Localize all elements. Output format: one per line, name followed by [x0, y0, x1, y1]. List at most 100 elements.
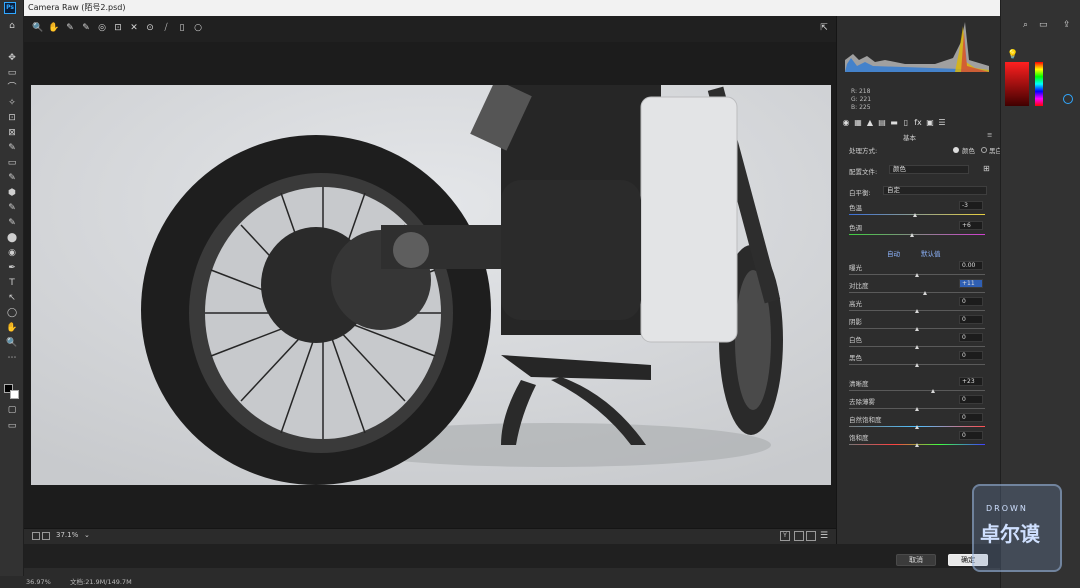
slider-thumb[interactable] — [914, 425, 919, 429]
move-tool-icon[interactable]: ✥ — [5, 52, 19, 64]
slider-value-field[interactable]: -3 — [959, 201, 983, 210]
detail-tab-icon[interactable]: ▲ — [865, 118, 875, 128]
slider-thumb[interactable] — [914, 309, 919, 313]
eraser-tool-icon[interactable]: ✎ — [5, 217, 19, 229]
stamp-tool-icon[interactable]: ⬢ — [5, 187, 19, 199]
targeted-adjustment-icon[interactable]: ◎ — [96, 22, 108, 34]
healing-tool-icon[interactable]: ▭ — [5, 157, 19, 169]
calibration-tab-icon[interactable]: ▣ — [925, 118, 935, 128]
profile-browser-icon[interactable]: ⊞ — [983, 164, 990, 173]
slider-thumb[interactable] — [910, 233, 915, 237]
history-brush-tool-icon[interactable]: ✎ — [5, 202, 19, 214]
profile-select[interactable]: 颜色 — [889, 165, 969, 174]
learn-icon[interactable]: 💡 — [1007, 50, 1018, 60]
hue-slider[interactable] — [1035, 62, 1043, 106]
slider-thumb[interactable] — [914, 407, 919, 411]
split-toning-tab-icon[interactable]: ▬ — [889, 118, 899, 128]
hand-icon[interactable]: ✋ — [48, 22, 60, 34]
chevron-down-icon[interactable]: ⌄ — [84, 531, 90, 539]
graduated-filter-icon[interactable]: ▯ — [176, 22, 188, 34]
pen-tool-icon[interactable]: ✒ — [5, 262, 19, 274]
workspace-icon[interactable]: ▭ — [1039, 20, 1048, 30]
zoom-out-icon[interactable] — [32, 532, 40, 540]
slider-thumb[interactable] — [913, 213, 918, 217]
hand-tool-icon[interactable]: ✋ — [5, 322, 19, 334]
compare-view-icon[interactable]: Y — [780, 531, 790, 541]
slider-value-field[interactable]: 0.00 — [959, 261, 983, 270]
zoom-in-icon[interactable] — [42, 532, 50, 540]
white-balance-select[interactable]: 自定 — [883, 186, 987, 195]
effects-tab-icon[interactable]: fx — [913, 118, 923, 128]
screen-mode-icon[interactable]: ▭ — [5, 420, 19, 432]
cancel-button[interactable]: 取消 — [896, 554, 936, 566]
swap-settings-icon[interactable] — [806, 531, 816, 541]
share-icon[interactable]: ⇪ — [1063, 20, 1071, 30]
slider-value-field[interactable]: 0 — [959, 315, 983, 324]
preview-canvas[interactable] — [24, 42, 836, 528]
slider-thumb[interactable] — [914, 363, 919, 367]
white-balance-icon[interactable]: ✎ — [64, 22, 76, 34]
paint-bucket-tool-icon[interactable]: ⬤ — [5, 232, 19, 244]
home-icon[interactable]: ⌂ — [5, 20, 19, 32]
preview-preferences-icon[interactable]: ☰ — [820, 531, 828, 541]
panel-menu-icon[interactable]: ≡ — [987, 131, 992, 139]
marquee-tool-icon[interactable]: ▭ — [5, 67, 19, 79]
default-button[interactable]: 默认值 — [921, 248, 941, 258]
magic-wand-tool-icon[interactable]: ✧ — [5, 97, 19, 109]
slider-thumb[interactable] — [922, 291, 927, 295]
red-eye-icon[interactable]: ⊙ — [144, 22, 156, 34]
adjustment-brush-icon[interactable]: ⧸ — [160, 22, 172, 34]
auto-button[interactable]: 自动 — [887, 248, 900, 258]
frame-tool-icon[interactable]: ⊠ — [5, 127, 19, 139]
color-sampler-icon[interactable]: ✎ — [80, 22, 92, 34]
slider-track[interactable] — [849, 292, 985, 293]
slider-value-field[interactable]: 0 — [959, 333, 983, 342]
color-picker-field[interactable] — [1005, 62, 1029, 106]
treatment-color-radio[interactable] — [953, 147, 959, 153]
slider-value-field[interactable]: 0 — [959, 395, 983, 404]
spot-removal-icon[interactable]: ✕ — [128, 22, 140, 34]
tone-curve-tab-icon[interactable]: ▦ — [853, 118, 863, 128]
lasso-tool-icon[interactable]: ⌒ — [5, 82, 19, 94]
hsl-tab-icon[interactable]: ▤ — [877, 118, 887, 128]
zoom-tool-icon[interactable]: 🔍 — [5, 337, 19, 349]
brush-tool-icon[interactable]: ✎ — [5, 172, 19, 184]
lens-tab-icon[interactable]: ▯ — [901, 118, 911, 128]
radial-filter-icon[interactable]: ○ — [192, 22, 204, 34]
slider-track[interactable] — [849, 390, 985, 391]
slider-thumb[interactable] — [914, 443, 919, 447]
slider-track[interactable] — [849, 234, 985, 235]
slider-thumb[interactable] — [930, 389, 935, 393]
open-preferences-icon[interactable]: ⇱ — [818, 22, 830, 34]
quick-mask-icon[interactable]: ▢ — [5, 404, 19, 416]
slider-value-field[interactable]: 0 — [959, 413, 983, 422]
crop-icon[interactable]: ⊡ — [112, 22, 124, 34]
background-color-swatch[interactable] — [10, 390, 19, 399]
more-tool-icon[interactable]: ⋯ — [5, 352, 19, 364]
slider-value-field[interactable]: +23 — [959, 377, 983, 386]
zoom-icon[interactable]: 🔍 — [32, 22, 44, 34]
slider-value-field[interactable]: 0 — [959, 297, 983, 306]
path-select-tool-icon[interactable]: ↖ — [5, 292, 19, 304]
treatment-bw-radio[interactable] — [981, 147, 987, 153]
search-icon[interactable]: ⌕ — [1023, 20, 1028, 30]
histogram-r-readout: R: 218 — [851, 88, 871, 95]
adjustments-icon[interactable] — [1063, 94, 1073, 104]
slider-value-field[interactable]: +11 — [959, 279, 983, 288]
crop-tool-icon[interactable]: ⊡ — [5, 112, 19, 124]
presets-tab-icon[interactable]: ☰ — [937, 118, 947, 128]
slider-value-field[interactable]: 0 — [959, 351, 983, 360]
blur-tool-icon[interactable]: ◉ — [5, 247, 19, 259]
slider-thumb[interactable] — [914, 273, 919, 277]
basic-tab-icon[interactable]: ◉ — [841, 118, 851, 128]
slider-value-field[interactable]: +6 — [959, 221, 983, 230]
ps-toolbar: Ps ⌂ ✥ ▭ ⌒ ✧ ⊡ ⊠ ✎ ▭ ✎ ⬢ ✎ ✎ ⬤ ◉ ✒ T ↖ ◯ ✋ 🔍 ⋯ ▢ ▭ — [0, 0, 24, 588]
eyedropper-tool-icon[interactable]: ✎ — [5, 142, 19, 154]
slider-value-field[interactable]: 0 — [959, 431, 983, 440]
toggle-before-after-icon[interactable] — [794, 531, 804, 541]
slider-thumb[interactable] — [914, 327, 919, 331]
shape-tool-icon[interactable]: ◯ — [5, 307, 19, 319]
zoom-level[interactable]: 37.1% — [56, 531, 78, 539]
type-tool-icon[interactable]: T — [5, 277, 19, 289]
slider-thumb[interactable] — [914, 345, 919, 349]
